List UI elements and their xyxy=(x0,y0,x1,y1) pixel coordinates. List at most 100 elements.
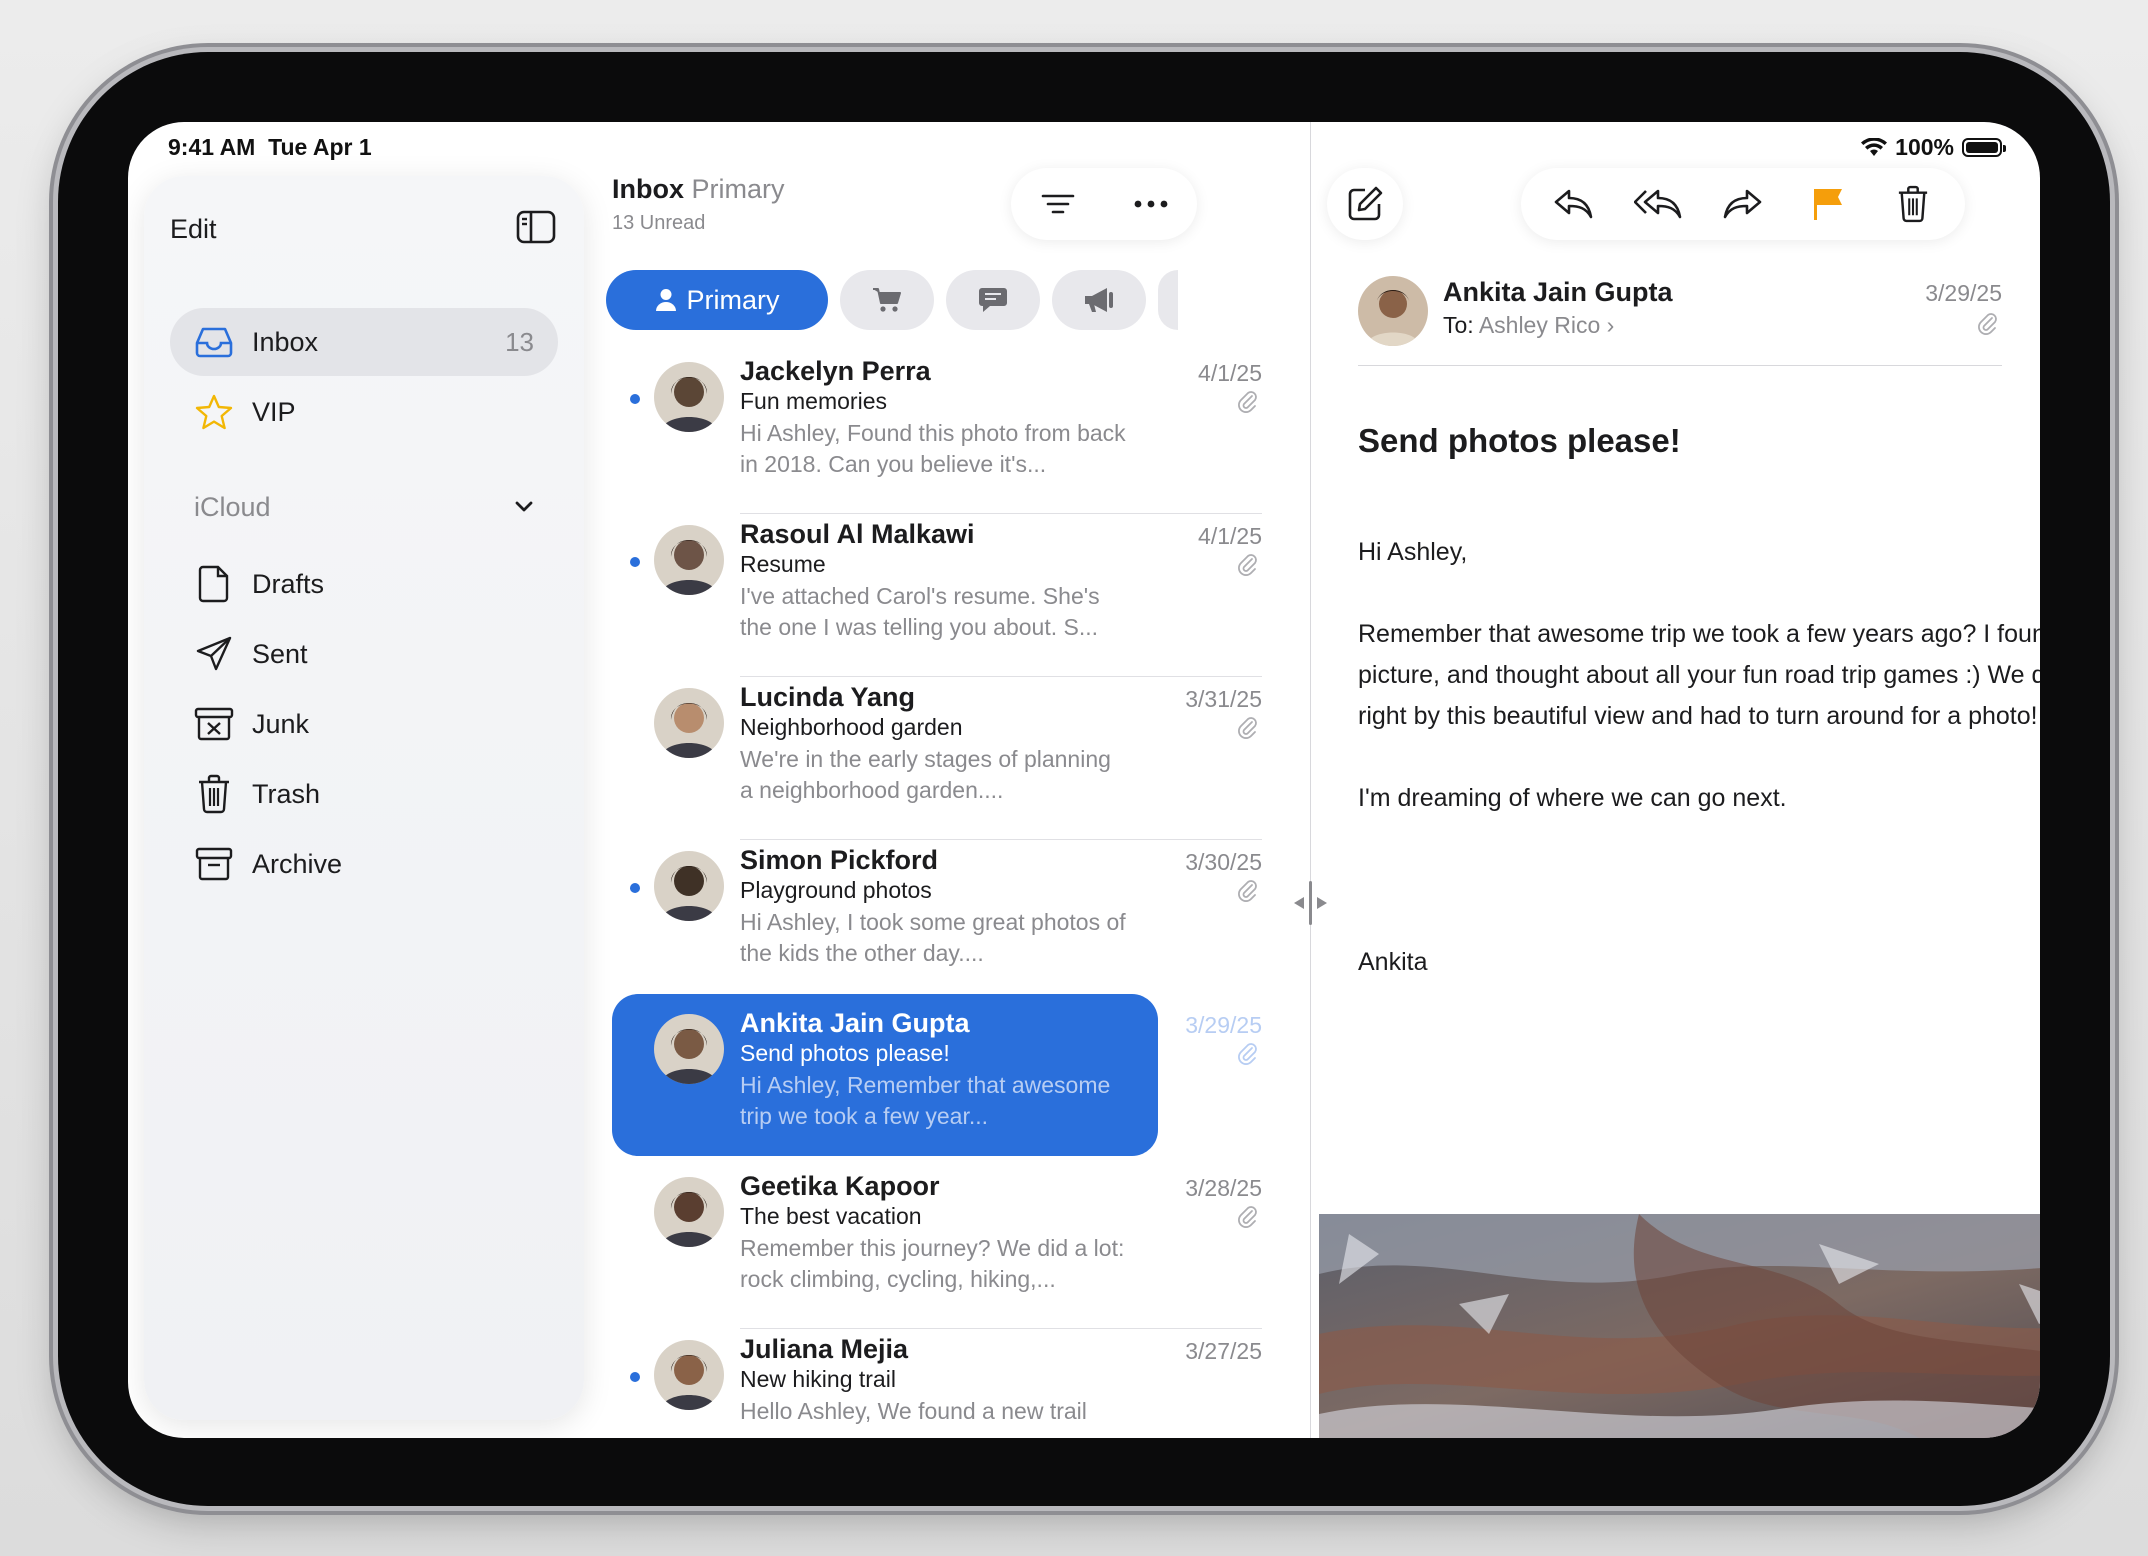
avatar xyxy=(654,1014,724,1084)
message-subject: Send photos please! xyxy=(740,1040,950,1066)
body-paragraph: Hi Ashley, xyxy=(1358,538,1468,566)
message-subject: Fun memories xyxy=(740,388,887,414)
recipient-name: Ashley Rico xyxy=(1478,312,1601,338)
sidebar-item-label: Archive xyxy=(252,848,343,879)
trash-icon xyxy=(192,772,236,816)
status-time: 9:41 AM Tue Apr 1 xyxy=(168,134,372,160)
compose-icon xyxy=(1348,186,1383,221)
message-subject: Send photos please! xyxy=(1358,422,1681,459)
row-separator xyxy=(740,839,1262,840)
compose-button[interactable] xyxy=(1327,168,1403,240)
message-date: 3/29/25 xyxy=(1925,280,2002,306)
message-date: 3/29/25 xyxy=(1185,1012,1262,1038)
filter-icon[interactable] xyxy=(1038,184,1078,224)
more-icon[interactable] xyxy=(1131,184,1171,224)
reply-icon[interactable] xyxy=(1549,180,1597,228)
sender-name: Simon Pickford xyxy=(740,845,939,875)
message-row[interactable]: Lucinda Yang 3/31/25 Neighborhood garden We… xyxy=(598,678,1310,840)
account-section-header[interactable]: iCloud xyxy=(194,492,271,523)
sidebar-item-label: VIP xyxy=(252,396,296,427)
sidebar-item-label: Junk xyxy=(252,708,310,739)
megaphone-icon xyxy=(1085,288,1113,312)
trash-icon[interactable] xyxy=(1889,180,1937,228)
attachment-icon xyxy=(1238,1042,1258,1066)
message-preview: Remember this journey? We did a lot: roc… xyxy=(740,1235,1125,1292)
message-row[interactable]: Geetika Kapoor 3/28/25 The best vacation Re… xyxy=(598,1167,1310,1329)
message-preview: We're in the early stages of planning a … xyxy=(740,746,1111,803)
sidebar-item-label: Inbox xyxy=(252,326,319,357)
message-actions-toolbar xyxy=(1521,168,1965,240)
message-bubble-icon xyxy=(979,288,1007,312)
sender-name: Lucinda Yang xyxy=(740,682,916,712)
avatar xyxy=(654,1177,724,1247)
row-separator xyxy=(740,676,1262,677)
sidebar-item-archive[interactable]: Archive xyxy=(170,830,558,898)
message-row[interactable]: Jackelyn Perra 4/1/25 Fun memories Hi Ashle… xyxy=(598,352,1310,514)
screen: 9:41 AM Tue Apr 1 100% Edit Inbox 13 VIP… xyxy=(128,122,2040,1438)
sidebar-item-junk[interactable]: Junk xyxy=(170,690,558,758)
sidebar-item-drafts[interactable]: Drafts xyxy=(170,550,558,618)
message-preview: Hello Ashley, We found a new trail xyxy=(740,1398,1087,1424)
chevron-down-icon[interactable] xyxy=(512,494,536,518)
cart-icon xyxy=(873,288,901,312)
attachment-icon xyxy=(1978,312,1998,336)
sidebar-item-sent[interactable]: Sent xyxy=(170,620,558,688)
category-tabs: Primary xyxy=(606,270,1178,332)
avatar xyxy=(654,1340,724,1410)
message-date: 3/31/25 xyxy=(1185,686,1262,712)
avatar xyxy=(654,851,724,921)
avatar xyxy=(654,525,724,595)
mailbox-title: Inbox Primary xyxy=(612,174,785,205)
message-row[interactable]: Simon Pickford 3/30/25 Playground photos Hi… xyxy=(598,841,1310,1003)
flag-icon[interactable] xyxy=(1804,180,1852,228)
unread-dot xyxy=(630,883,640,893)
tab-promotions[interactable] xyxy=(1052,270,1146,330)
attachment-icon xyxy=(1238,553,1258,577)
sidebar-item-label: Trash xyxy=(252,778,321,809)
message-preview: I've attached Carol's resume. She's the … xyxy=(740,583,1100,640)
tab-transactions[interactable] xyxy=(840,270,934,330)
sender-avatar[interactable] xyxy=(1358,276,1428,346)
message-date: 3/30/25 xyxy=(1185,849,1262,875)
row-separator xyxy=(740,513,1262,514)
sidebar-item-trash[interactable]: Trash xyxy=(170,760,558,828)
attached-photo[interactable] xyxy=(1319,1214,2040,1438)
attachment-icon xyxy=(1238,390,1258,414)
reply-all-icon[interactable] xyxy=(1634,180,1682,228)
body-paragraph xyxy=(1358,860,2040,901)
sidebar-item-inbox[interactable]: Inbox 13 xyxy=(170,308,558,376)
message-detail-pane: Ankita Jain Gupta To: Ashley Rico › 3/29… xyxy=(1311,122,2040,1438)
sidebar-item-vip[interactable]: VIP xyxy=(170,378,558,446)
message-row[interactable]: Ankita Jain Gupta 3/29/25 Send photos plea… xyxy=(598,994,1310,1166)
forward-icon[interactable] xyxy=(1719,180,1767,228)
message-preview: Hi Ashley, Remember that awesome trip we… xyxy=(740,1072,1111,1129)
sender-name: Jackelyn Perra xyxy=(740,356,931,386)
unread-dot xyxy=(630,394,640,404)
avatar xyxy=(654,362,724,432)
recipient-line[interactable]: To: Ashley Rico › xyxy=(1443,312,1614,339)
list-toolbar xyxy=(1011,168,1197,240)
sidebar-item-label: Drafts xyxy=(252,568,325,599)
sidebar-toggle-icon[interactable] xyxy=(516,210,556,244)
star-icon xyxy=(192,390,236,434)
message-date: 4/1/25 xyxy=(1198,523,1262,549)
edit-button[interactable]: Edit xyxy=(170,214,217,245)
message-subject: Neighborhood garden xyxy=(740,714,963,740)
message-row[interactable]: Juliana Mejia 3/27/25 New hiking trail Hell… xyxy=(598,1330,1310,1438)
sender-name[interactable]: Ankita Jain Gupta xyxy=(1443,277,1673,308)
message-date: 3/28/25 xyxy=(1185,1175,1262,1201)
sender-name: Geetika Kapoor xyxy=(740,1171,940,1201)
attachment-icon xyxy=(1238,879,1258,903)
tab-updates[interactable] xyxy=(946,270,1040,330)
row-separator xyxy=(740,1328,1262,1329)
message-date: 3/27/25 xyxy=(1185,1338,1262,1364)
mailbox-name: Inbox xyxy=(612,174,684,204)
message-subject: Resume xyxy=(740,551,826,577)
tab-more[interactable] xyxy=(1158,270,1178,330)
tab-primary-label: Primary xyxy=(686,284,780,315)
message-date: 4/1/25 xyxy=(1198,360,1262,386)
sidebar: Edit Inbox 13 VIP iCloud Drafts Sent Jun… xyxy=(144,176,584,1420)
person-icon xyxy=(655,289,676,311)
message-row[interactable]: Rasoul Al Malkawi 4/1/25 Resume I've attach… xyxy=(598,515,1310,677)
tab-primary[interactable]: Primary xyxy=(606,270,828,330)
